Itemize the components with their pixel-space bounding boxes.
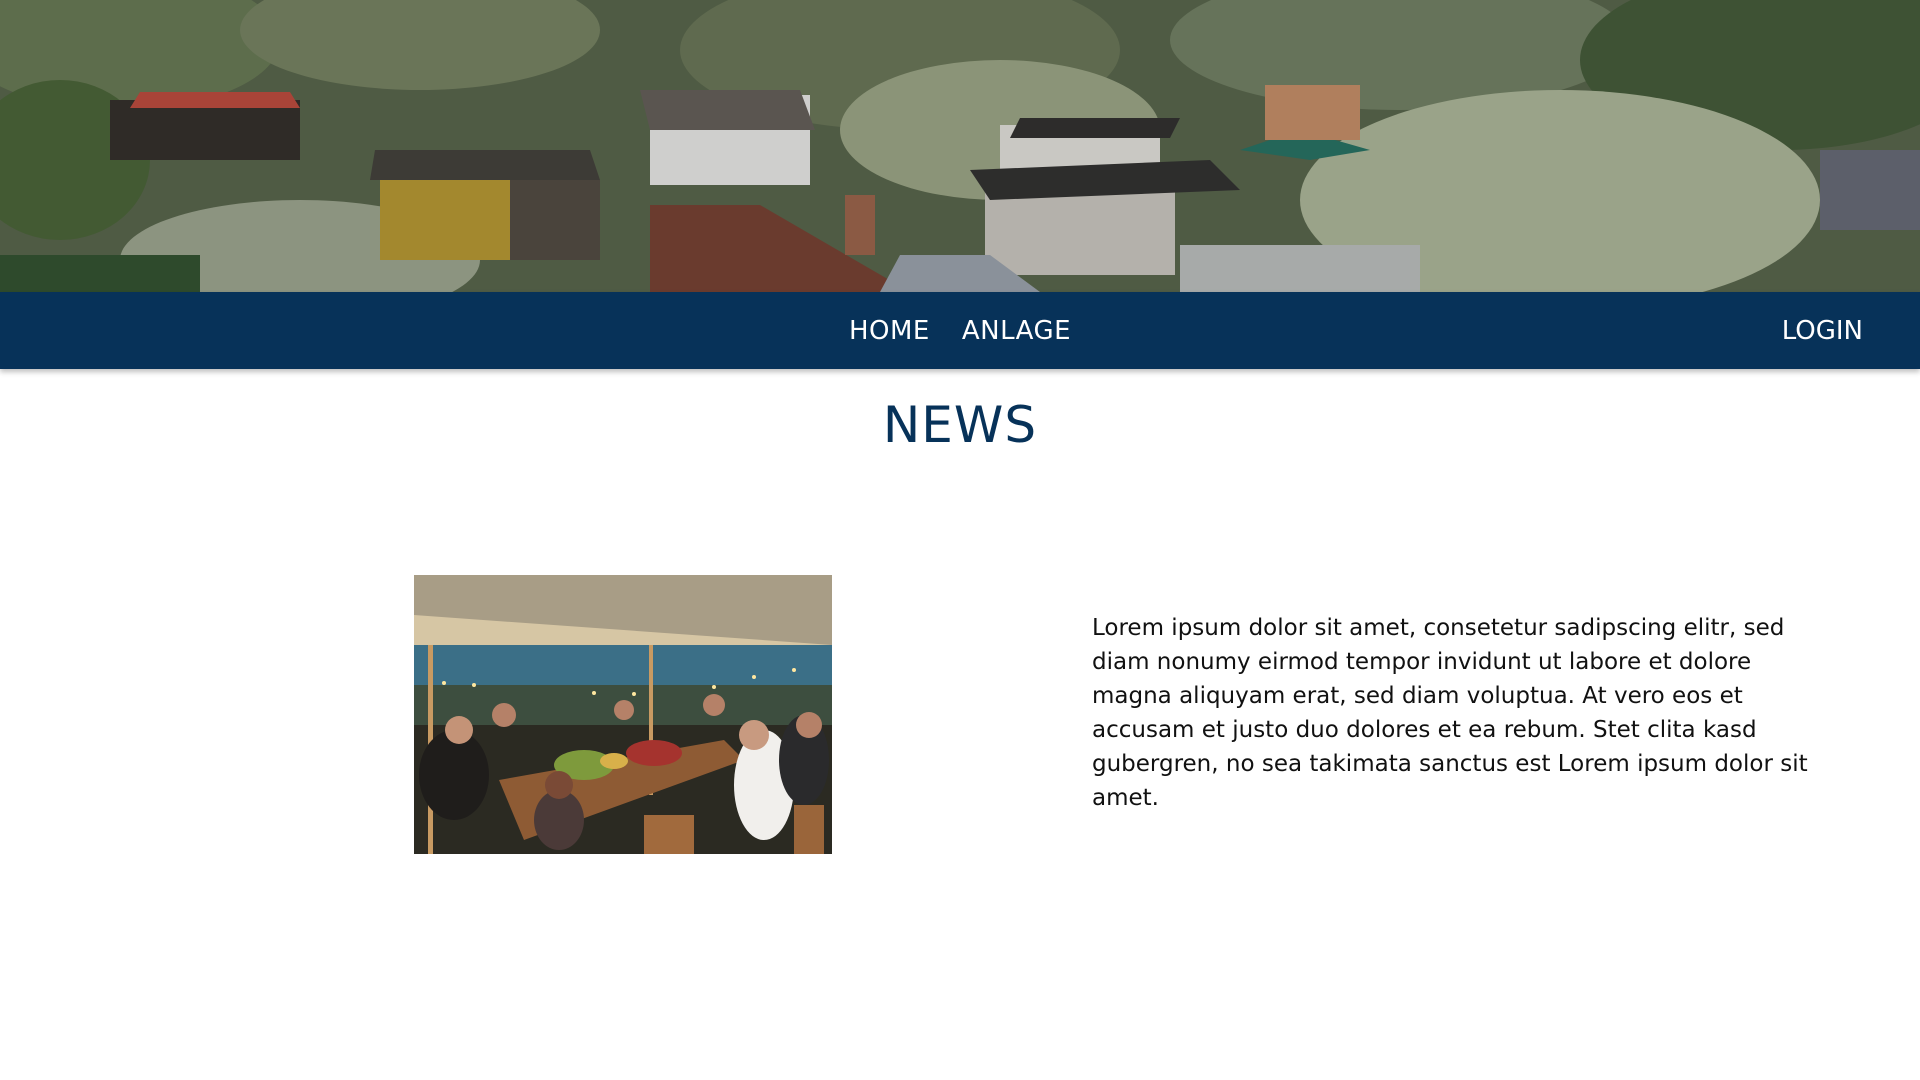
allotment-garden-photo-icon	[0, 0, 1920, 292]
news-article-text: Lorem ipsum dolor sit amet, consetetur s…	[1092, 615, 1808, 811]
news-article-image	[414, 575, 832, 854]
page-title: NEWS	[882, 396, 1038, 454]
nav-item-home[interactable]: HOME	[849, 316, 930, 346]
hero-banner	[0, 0, 1920, 292]
nav-menu: HOME ANLAGE	[0, 292, 1920, 369]
dinner-party-photo-icon	[414, 575, 832, 854]
nav-item-anlage[interactable]: ANLAGE	[962, 316, 1071, 346]
login-link[interactable]: LOGIN	[1782, 292, 1863, 369]
main-navbar: HOME ANLAGE LOGIN	[0, 292, 1920, 369]
